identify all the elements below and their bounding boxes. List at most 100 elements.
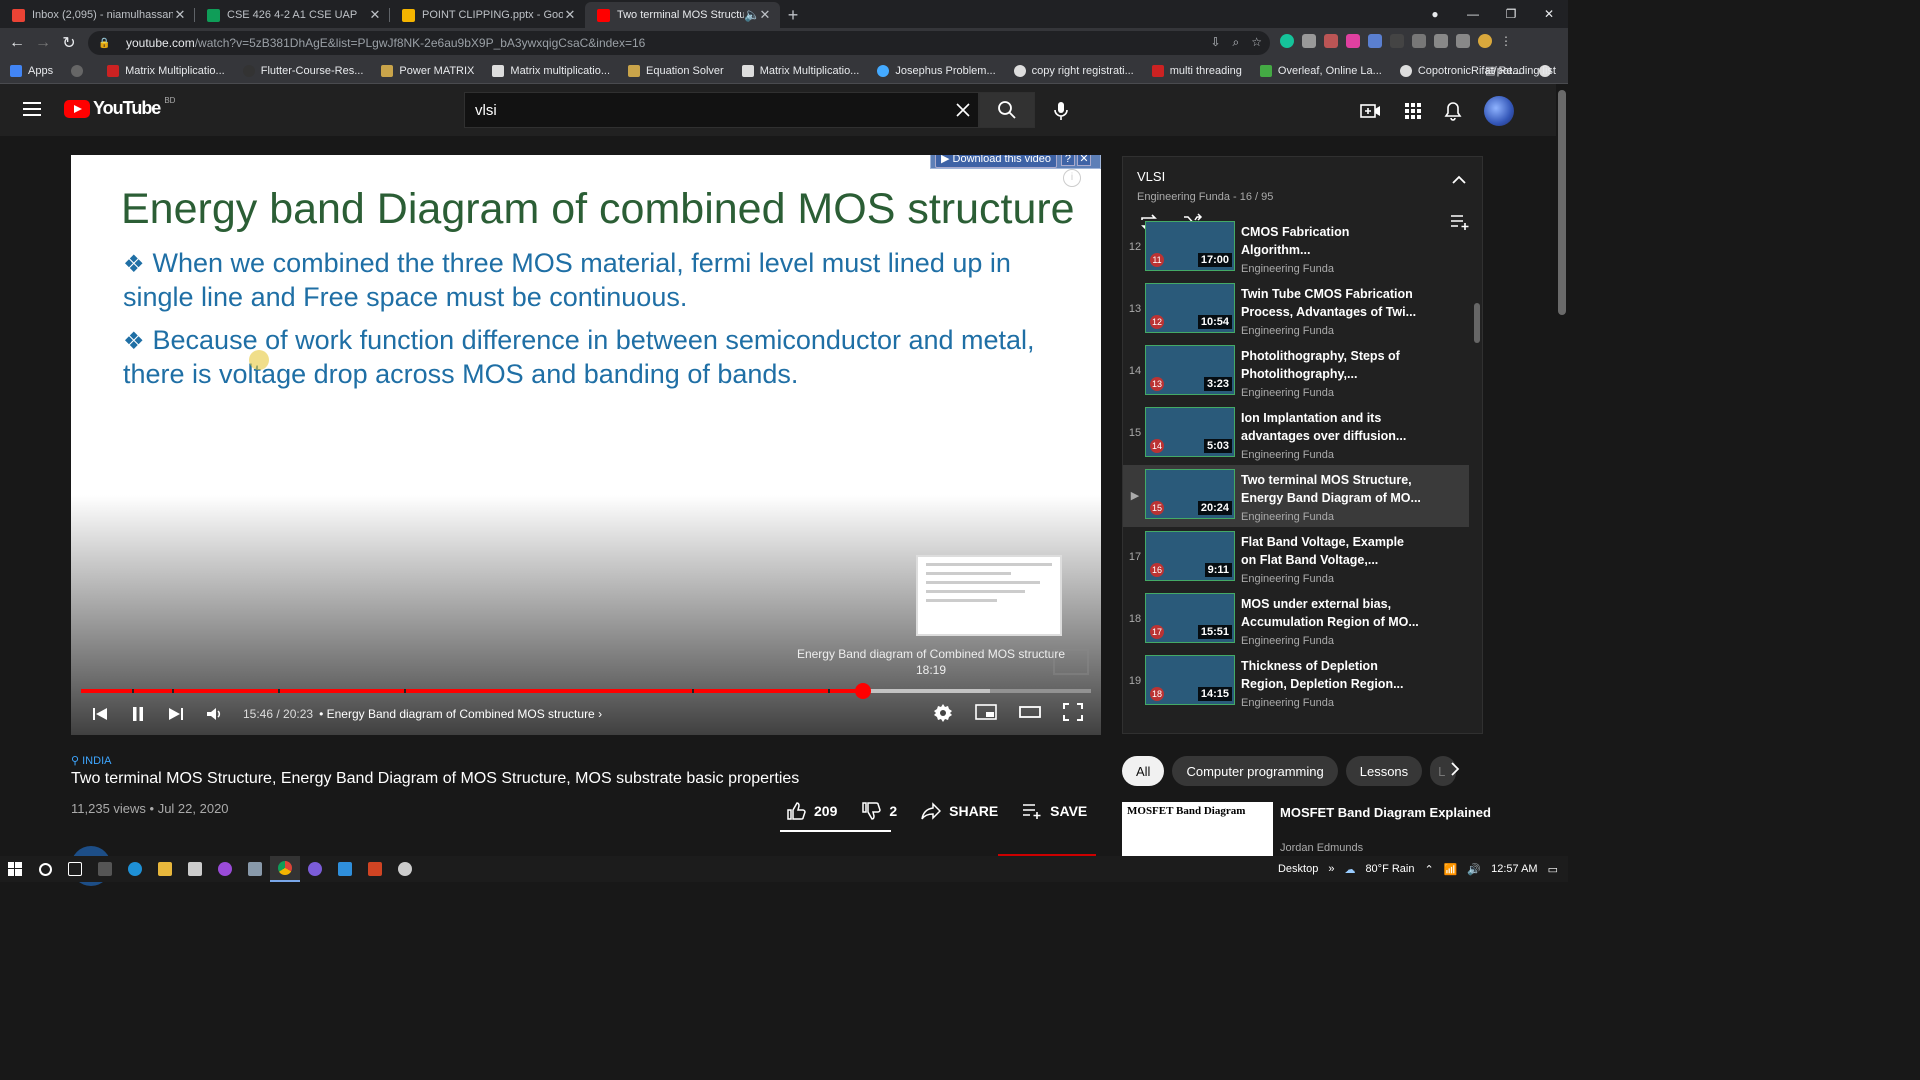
volume-icon[interactable] [205, 705, 223, 723]
bookmark-star-icon[interactable]: ☆ [1251, 35, 1262, 50]
pause-icon[interactable] [129, 705, 147, 723]
weather-label[interactable]: 80°F Rain [1365, 863, 1414, 875]
create-video-icon[interactable] [1360, 102, 1382, 120]
desktop-toolbar-label[interactable]: Desktop [1278, 863, 1318, 875]
app-icon[interactable] [300, 856, 330, 882]
new-tab-button[interactable]: + [780, 2, 806, 28]
chevron-icon[interactable]: » [1328, 863, 1334, 875]
extension-icon[interactable] [1346, 34, 1360, 48]
bookmark-item[interactable]: Overleaf, Online La... [1259, 64, 1382, 77]
miniplayer-icon[interactable] [975, 703, 997, 721]
notifications-bell-icon[interactable] [1444, 101, 1462, 121]
file-explorer-icon[interactable] [150, 856, 180, 882]
zoom-icon[interactable]: ⌕ [1233, 35, 1240, 50]
dislike-button[interactable]: 2 [861, 801, 897, 820]
clock[interactable]: 12:57 AM [1491, 863, 1537, 875]
start-button[interactable] [0, 856, 30, 882]
close-icon[interactable]: ✕ [563, 7, 577, 23]
minimize-icon[interactable]: — [1454, 7, 1492, 21]
puzzle-icon[interactable] [1434, 34, 1448, 48]
bookmark-item[interactable]: Matrix Multiplicatio... [107, 64, 225, 77]
browser-tab-active[interactable]: Two terminal MOS Structure, 🔈 ✕ [585, 2, 780, 28]
bookmark-item[interactable]: Power MATRIX [381, 64, 474, 77]
bookmark-item[interactable]: Matrix Multiplicatio... [741, 64, 859, 77]
bookmark-item[interactable]: Equation Solver [628, 64, 724, 77]
playlist-item[interactable]: 14 13 3:23 Photolithography, Steps of Photo… [1123, 341, 1469, 403]
task-view-icon[interactable] [60, 856, 90, 882]
edge-icon[interactable] [120, 856, 150, 882]
app-icon[interactable] [390, 856, 420, 882]
close-window-icon[interactable]: ✕ [1530, 7, 1568, 21]
bookmark-item[interactable]: copy right registrati... [1013, 64, 1134, 77]
playlist-scrollbar[interactable] [1474, 303, 1480, 343]
mute-tab-icon[interactable]: 🔈 [744, 7, 760, 23]
settings-gear-icon[interactable] [933, 703, 953, 723]
playlist-item[interactable]: 13 12 10:54 Twin Tube CMOS Fabrication Proc… [1123, 279, 1469, 341]
bookmark-item[interactable]: multi threading [1151, 64, 1242, 77]
tray-expand-icon[interactable]: ⌃ [1424, 863, 1433, 876]
bookmark-item[interactable]: Flutter-Course-Res... [242, 64, 363, 77]
playlist-item[interactable]: 17 16 9:11 Flat Band Voltage, Example on Fl… [1123, 527, 1469, 589]
share-button[interactable]: SHARE [921, 801, 998, 820]
network-icon[interactable]: 📶 [1444, 863, 1458, 876]
powerpoint-icon[interactable] [360, 856, 390, 882]
download-video-button[interactable]: ▶ Download this video [935, 155, 1057, 168]
voice-search-button[interactable] [1046, 96, 1076, 126]
chevron-up-icon[interactable] [1452, 175, 1466, 185]
back-icon[interactable]: ← [4, 34, 30, 52]
profile-avatar-icon[interactable] [1478, 34, 1492, 48]
more-icon[interactable]: ⋮ [1500, 34, 1514, 48]
extension-grammarly-icon[interactable] [1280, 34, 1294, 48]
reload-icon[interactable]: ↻ [56, 33, 82, 53]
app-icon[interactable] [240, 856, 270, 882]
bookmark-item[interactable] [71, 64, 89, 77]
bookmark-item[interactable]: Josephus Problem... [877, 64, 996, 77]
extension-pen-icon[interactable] [1412, 34, 1426, 48]
apps-grid-icon[interactable] [1404, 102, 1422, 120]
page-scrollbar[interactable] [1556, 84, 1568, 856]
fullscreen-icon[interactable] [1063, 703, 1083, 721]
playlist-item[interactable]: 19 18 14:15 Thickness of Depletion Region, … [1123, 651, 1469, 713]
playlist-item[interactable]: 2019MOS Transistor, Basics of MOS Transi… [1123, 713, 1469, 715]
close-icon[interactable]: ✕ [758, 7, 772, 23]
chevron-right-icon[interactable] [1450, 762, 1460, 776]
theater-mode-icon[interactable] [1019, 703, 1041, 721]
volume-tray-icon[interactable]: 🔊 [1467, 863, 1481, 876]
scrollbar-thumb[interactable] [1558, 90, 1566, 315]
youtube-logo[interactable]: YouTube BD [64, 96, 175, 119]
profile-dot-icon[interactable]: ● [1416, 7, 1454, 21]
scrubber-handle[interactable] [854, 683, 871, 699]
search-input[interactable]: vlsi [464, 92, 979, 128]
playlist-item[interactable]: 15 14 5:03 Ion Implantation and its advanta… [1123, 403, 1469, 465]
hamburger-menu-icon[interactable] [22, 100, 42, 118]
extension-icon[interactable] [1324, 34, 1338, 48]
extension-icon[interactable] [1390, 34, 1404, 48]
browser-tab[interactable]: Inbox (2,095) - niamulhassan64@ ✕ [0, 2, 195, 28]
bookmark-item[interactable]: Apps [10, 64, 53, 77]
forward-icon[interactable]: → [30, 34, 56, 52]
extension-camera-icon[interactable] [1302, 34, 1316, 48]
account-avatar[interactable] [1484, 96, 1514, 126]
browser-tab[interactable]: CSE 426 4-2 A1 CSE UAP ✕ [195, 2, 390, 28]
messenger-icon[interactable] [210, 856, 240, 882]
info-icon[interactable]: i [1063, 169, 1081, 187]
bookmark-item[interactable]: Matrix multiplicatio... [492, 64, 610, 77]
playlist-item-current[interactable]: ▶ 15 20:24 Two terminal MOS Structure, Ener… [1123, 465, 1469, 527]
playlist-item[interactable]: 12 11 17:00 CMOS Fabrication Algorithm... En… [1123, 217, 1469, 279]
recommended-video[interactable]: MOSFET Band Diagram MOSFET Band Diagram … [1122, 802, 1522, 856]
reading-mode-icon[interactable] [1456, 34, 1470, 48]
install-icon[interactable]: ⇩ [1210, 35, 1220, 50]
chip-all[interactable]: All [1122, 756, 1165, 786]
playlist-item[interactable]: 18 17 15:51 MOS under external bias, Accumu… [1123, 589, 1469, 651]
vscode-icon[interactable] [330, 856, 360, 882]
close-icon[interactable]: ✕ [173, 7, 187, 23]
close-icon[interactable]: ✕ [368, 7, 382, 23]
help-icon[interactable]: ? [1060, 155, 1075, 166]
url-input[interactable]: 🔒 youtube.com/watch?v=5zB381DhAgE&list=P… [88, 31, 1270, 55]
progress-bar[interactable] [81, 683, 1091, 699]
video-player[interactable]: Energy band Diagram of combined MOS stru… [71, 155, 1101, 735]
chip-lessons[interactable]: Lessons [1345, 756, 1423, 786]
search-button[interactable] [979, 92, 1035, 128]
like-button[interactable]: 209 [786, 801, 837, 820]
location-link[interactable]: ⚲ INDIA [71, 754, 111, 767]
